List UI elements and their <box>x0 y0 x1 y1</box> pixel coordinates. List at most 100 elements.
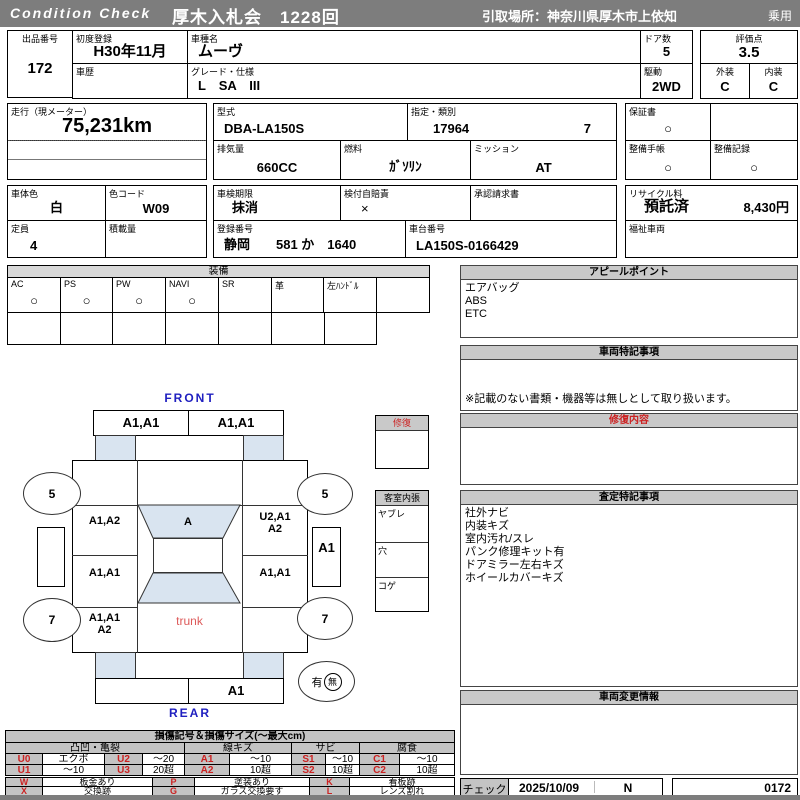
appeal-line: ETC <box>465 308 487 320</box>
mileage-divider2 <box>8 159 206 160</box>
wheel-front-right: 5 <box>297 473 353 515</box>
appeal-line: エアバッグ <box>465 282 520 294</box>
spare-tire-indicator: 有 無 <box>298 661 355 702</box>
front-label: FRONT <box>164 391 216 405</box>
equipment-label: 左ﾊﾝﾄﾞﾙ <box>327 281 359 291</box>
approval-cell: 承認請求書 <box>470 185 617 221</box>
drive-label: 駆動 <box>644 67 663 77</box>
transmission-label: ミッション <box>474 144 520 154</box>
capacity-value: 4 <box>30 238 38 253</box>
equipment-col-navi: NAVI ○ <box>165 277 219 313</box>
model-code-cell: 型式 DBA-LA150S <box>213 103 408 141</box>
legend-code: A2 <box>185 764 230 776</box>
vehicle-change-header: 車両変更情報 <box>461 691 797 705</box>
assessment-line: パンク修理キット有 <box>465 546 565 558</box>
displacement-cell: 排気量 660CC <box>213 140 341 180</box>
fuel-value: ｶﾞｿﾘﾝ <box>389 159 422 174</box>
approval-label: 承認請求書 <box>474 189 520 199</box>
capacity-label: 定員 <box>11 224 30 234</box>
welfare-label: 福祉車両 <box>629 224 666 234</box>
equipment-label: SR <box>222 279 235 289</box>
inspection-value: 抹消 <box>232 200 259 215</box>
repair-content-header: 修復内容 <box>461 414 797 428</box>
left-quarter-code: A1,A1 <box>88 612 121 624</box>
equipment-col-blank <box>376 277 430 313</box>
maintenance-book-mark: ○ <box>664 160 672 175</box>
right-front-door-code: U2,A1 <box>259 511 291 523</box>
wheel-front-left: 5 <box>23 472 81 515</box>
appeal-points-header: アピールポイント <box>461 266 797 280</box>
wheel-rear-right: 7 <box>297 597 353 640</box>
transmission-value: AT <box>535 160 552 175</box>
model-code-value: DBA-LA150S <box>224 121 305 136</box>
vehicle-notes-header: 車両特記事項 <box>461 346 797 360</box>
doors-cell: ドア数 5 <box>640 30 693 64</box>
spare-has-label: 有 <box>311 676 323 689</box>
check-label-cell: チェック <box>460 778 509 796</box>
fuel-cell: 燃料 ｶﾞｿﾘﾝ <box>340 140 471 180</box>
drive-value: 2WD <box>652 79 681 94</box>
body-color-cell: 車体色 白 <box>7 185 106 221</box>
class-number-cell: 指定・類別 17964 7 <box>407 103 617 141</box>
legend-code: U3 <box>105 764 143 776</box>
assessment-line: 内装キズ <box>465 520 509 532</box>
equipment-col-pw: PW ○ <box>112 277 166 313</box>
mileage-value: 75,231km <box>61 115 153 137</box>
equipment-label: PS <box>64 279 77 289</box>
equipment-col-lhd: 左ﾊﾝﾄﾞﾙ <box>323 277 377 313</box>
equipment-label: AC <box>11 279 24 289</box>
assessment-line: ホイールカバーキズ <box>465 572 564 584</box>
wheel-grade: 5 <box>321 487 329 501</box>
grade-value: L SA III <box>198 78 261 93</box>
usage-type: 乗用 <box>767 9 792 23</box>
brand-logo: Condition Check <box>10 5 152 21</box>
wheel-grade: 7 <box>321 611 329 626</box>
maintenance-book-label: 整備手帳 <box>629 144 666 154</box>
equipment-col-ps: PS ○ <box>60 277 113 313</box>
load-cell: 積載量 <box>105 220 207 258</box>
legend-size: 10超 <box>326 764 360 776</box>
interior-grade-cell: 内装 C <box>749 63 798 99</box>
right-front-door-code2: A2 <box>267 523 283 535</box>
body-color-value: 白 <box>49 200 63 215</box>
registration-number-cell: 登録番号 静岡 581 か 1640 <box>213 220 406 258</box>
appeal-points-panel: アピールポイント エアバッグ ABS ETC <box>460 265 798 338</box>
assessment-notes-header: 査定特記事項 <box>461 491 797 505</box>
recycle-fee-value: 8,430円 <box>743 200 789 215</box>
fuel-label: 燃料 <box>344 144 363 154</box>
equipment-mark: ○ <box>82 293 91 308</box>
welfare-cell: 福祉車両 <box>625 220 798 258</box>
trunk-label: trunk <box>176 614 203 628</box>
check-date-cell: 2025/10/09 N <box>508 778 663 796</box>
model-name-cell: 車種名 ムーヴ <box>187 30 641 64</box>
vehicle-notes-panel: 車両特記事項 ※記載のない書類・機器等は無しとして取り扱います。 <box>460 345 798 411</box>
left-quarter-code2: A2 <box>97 624 112 636</box>
assessment-line: 社外ナビ <box>465 507 509 519</box>
equipment-col-ac: AC ○ <box>7 277 61 313</box>
spare-none-label: 無 <box>323 672 342 691</box>
maintenance-record-label: 整備記録 <box>714 144 751 154</box>
equipment-label: NAVI <box>169 279 190 289</box>
lot-number-label: 出品番号 <box>21 34 58 44</box>
displacement-value: 660CC <box>256 160 298 175</box>
maintenance-record-mark: ○ <box>750 160 758 175</box>
legend-size: ～10 <box>43 764 105 776</box>
assessment-line: ドアミラー左右キズ <box>465 559 564 571</box>
equipment-label: PW <box>116 279 131 289</box>
left-rear-door-code: A1,A1 <box>88 567 121 579</box>
equipment-col-sr: SR <box>218 277 272 313</box>
insurance-cell: 検付自賠責 × <box>340 185 471 221</box>
equipment-label: 革 <box>275 281 285 291</box>
warranty-cell: 保証書 ○ <box>625 103 711 141</box>
check-number-cell: 0172 <box>672 778 798 796</box>
legend-size: 20超 <box>143 764 185 776</box>
exterior-grade-cell: 外装 C <box>700 63 750 99</box>
lot-number-cell: 出品番号 172 <box>7 30 73 98</box>
equipment-mark: ○ <box>30 293 38 308</box>
wheel-grade: 5 <box>48 486 56 501</box>
class-number-value2: 7 <box>583 121 591 136</box>
check-date: 2025/10/09 <box>519 781 580 795</box>
transmission-cell: ミッション AT <box>470 140 617 180</box>
bottom-bar <box>0 795 800 800</box>
color-code-cell: 色コード W09 <box>105 185 207 221</box>
